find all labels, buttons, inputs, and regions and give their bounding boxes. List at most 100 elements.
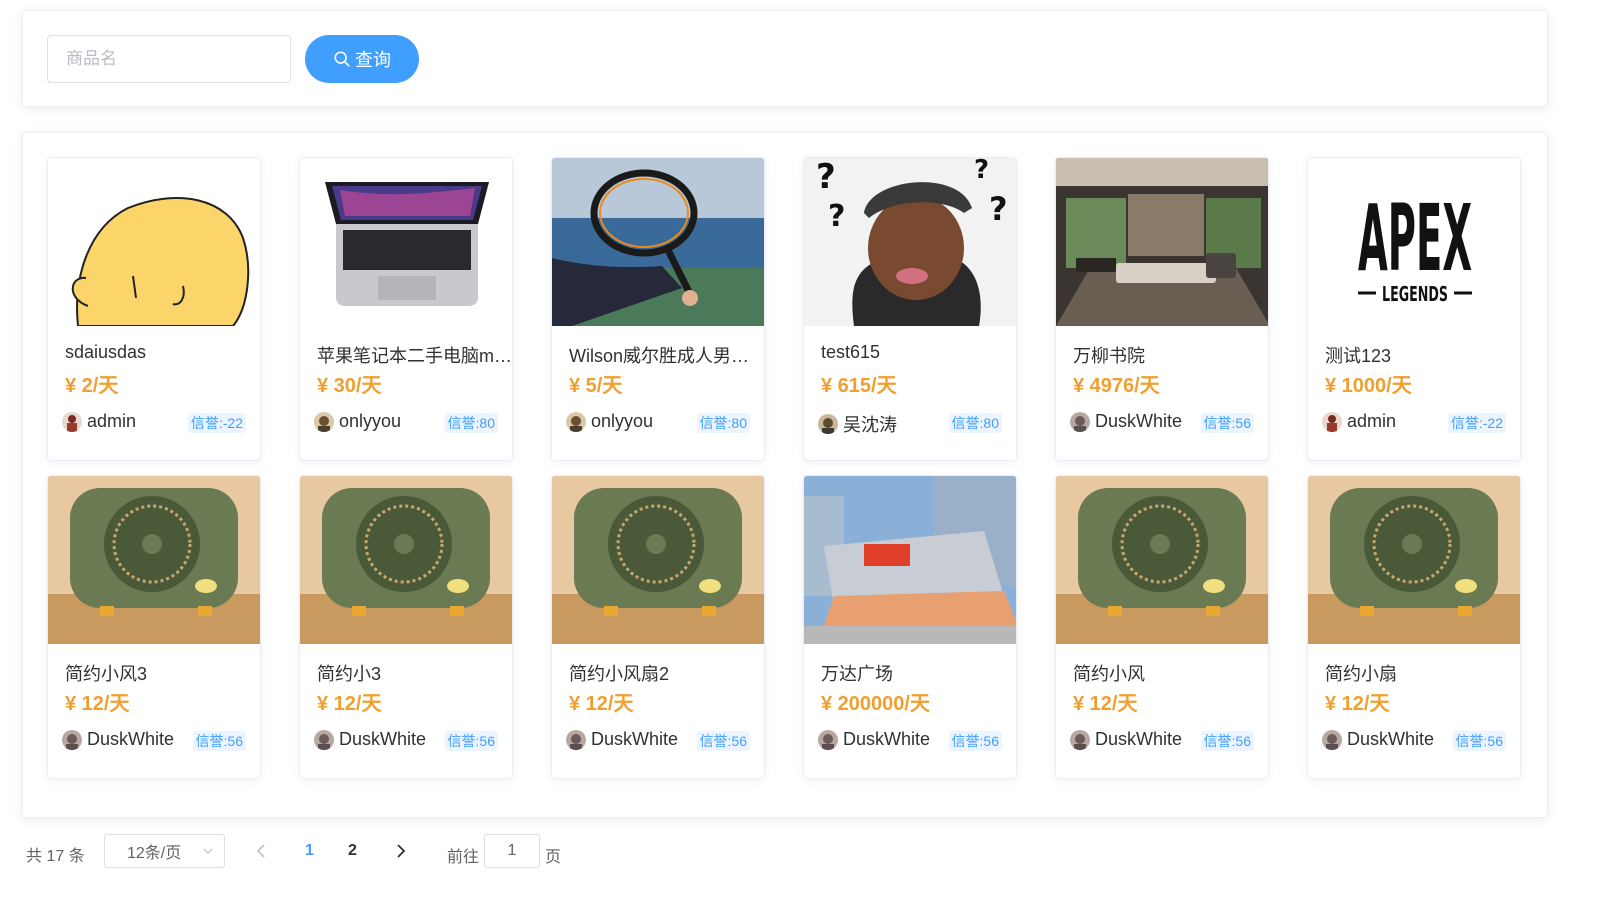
chevron-down-icon: [203, 848, 213, 854]
credit-badge: 信誉:56: [1200, 413, 1254, 433]
product-title: 简约小风: [1073, 664, 1145, 684]
owner-name: DuskWhite: [339, 729, 427, 749]
search-input[interactable]: [47, 35, 291, 83]
product-title: test615: [821, 342, 881, 362]
owner-info: DuskWhite: [62, 729, 174, 750]
next-page-button[interactable]: [392, 842, 408, 860]
owner-info: onlyyou: [314, 411, 401, 432]
owner-name: 吴沈涛: [843, 415, 897, 435]
product-image-tennis-racket: [552, 158, 764, 326]
product-image-green-fan: [1308, 476, 1520, 644]
product-price: ¥ 2/天: [65, 375, 119, 397]
product-price: ¥ 12/天: [569, 693, 634, 715]
product-title: 简约小3: [317, 664, 382, 684]
avatar: [1070, 411, 1090, 432]
avatar: [1322, 729, 1342, 750]
svg-text:LEGENDS: LEGENDS: [1382, 282, 1448, 306]
product-card[interactable]: 苹果笔记本二手电脑macbook ¥ 30/天 onlyyou 信誉:80: [299, 157, 513, 461]
product-image-yellow-blob: [48, 158, 260, 326]
avatar: [818, 729, 838, 750]
product-card[interactable]: 简约小风3 ¥ 12/天 DuskWhite 信誉:56: [47, 475, 261, 779]
owner-info: DuskWhite: [314, 729, 426, 750]
page-number-2[interactable]: 2: [348, 842, 357, 860]
product-title: 万柳书院: [1073, 346, 1145, 366]
product-price: ¥ 1000/天: [1325, 375, 1412, 397]
product-price: ¥ 12/天: [1325, 693, 1390, 715]
owner-name: DuskWhite: [87, 729, 175, 749]
product-price: ¥ 4976/天: [1073, 375, 1160, 397]
page-size-value: 12条/页: [127, 845, 182, 862]
owner-name: DuskWhite: [1095, 411, 1183, 431]
owner-name: admin: [87, 411, 137, 431]
product-title: 简约小风3: [65, 664, 148, 684]
product-price: ¥ 12/天: [65, 693, 130, 715]
product-card[interactable]: sdaiusdas ¥ 2/天 admin 信誉:-22: [47, 157, 261, 461]
product-card[interactable]: 简约小风扇2 ¥ 12/天 DuskWhite 信誉:56: [551, 475, 765, 779]
product-title: 苹果笔记本二手电脑macbook: [317, 346, 513, 366]
product-grid: sdaiusdas ¥ 2/天 admin 信誉:-22 苹果笔记本二手电脑ma…: [47, 157, 1521, 779]
svg-text:?: ?: [974, 158, 989, 185]
product-price: ¥ 615/天: [821, 375, 897, 397]
product-title: 测试123: [1325, 346, 1392, 366]
credit-badge: 信誉:-22: [187, 413, 246, 433]
avatar: [566, 411, 586, 432]
avatar: [314, 411, 334, 432]
owner-info: onlyyou: [566, 411, 653, 432]
product-image-apex-legends: APEX LEGENDS: [1308, 158, 1520, 326]
product-card[interactable]: 万达广场 ¥ 200000/天 DuskWhite 信誉:56: [803, 475, 1017, 779]
owner-info: DuskWhite: [1070, 411, 1182, 432]
product-price: ¥ 12/天: [317, 693, 382, 715]
pagination-total: 共 17 条: [26, 848, 85, 865]
product-image-laptop: [300, 158, 512, 326]
page-suffix-label: 页: [545, 849, 562, 866]
page-number-1[interactable]: 1: [305, 842, 314, 860]
owner-name: admin: [1347, 411, 1397, 431]
product-image-living-room: [1056, 158, 1268, 326]
product-image-green-fan: [300, 476, 512, 644]
product-image-green-fan: [552, 476, 764, 644]
credit-badge: 信誉:56: [1452, 731, 1506, 751]
product-price: ¥ 5/天: [569, 375, 623, 397]
pagination: 共 17 条 12条/页 1 2 前往 页: [26, 834, 586, 868]
product-card[interactable]: 简约小扇 ¥ 12/天 DuskWhite 信誉:56: [1307, 475, 1521, 779]
avatar: [1070, 729, 1090, 750]
svg-text:?: ?: [828, 199, 845, 234]
owner-info: admin: [1322, 411, 1396, 432]
credit-badge: 信誉:80: [444, 413, 498, 433]
product-card[interactable]: 万柳书院 ¥ 4976/天 DuskWhite 信誉:56: [1055, 157, 1269, 461]
credit-badge: 信誉:80: [696, 413, 750, 433]
product-title: 简约小风扇2: [569, 664, 670, 684]
svg-text:APEX: APEX: [1358, 185, 1472, 292]
product-list-panel: sdaiusdas ¥ 2/天 admin 信誉:-22 苹果笔记本二手电脑ma…: [22, 132, 1548, 818]
avatar: [62, 729, 82, 750]
product-card[interactable]: APEX LEGENDS 测试123 ¥ 1000/天 admin 信誉:-22: [1307, 157, 1521, 461]
owner-info: DuskWhite: [1070, 729, 1182, 750]
goto-page-input[interactable]: [484, 834, 540, 868]
credit-badge: 信誉:56: [192, 731, 246, 751]
owner-name: onlyyou: [591, 411, 654, 431]
avatar: [566, 729, 586, 750]
owner-name: DuskWhite: [1095, 729, 1183, 749]
product-image-confused-man: ? ? ? ?: [804, 158, 1016, 326]
product-card[interactable]: 简约小风 ¥ 12/天 DuskWhite 信誉:56: [1055, 475, 1269, 779]
product-card[interactable]: Wilson威尔胜成人男士网球拍 ¥ 5/天 onlyyou 信誉:80: [551, 157, 765, 461]
prev-page-button[interactable]: [254, 842, 270, 860]
product-price: ¥ 12/天: [1073, 693, 1138, 715]
product-card[interactable]: ? ? ? ? test615 ¥ 615/天 吴沈涛 信誉:80: [803, 157, 1017, 461]
search-button[interactable]: 查询: [305, 35, 419, 83]
search-button-label: 查询: [355, 50, 391, 70]
credit-badge: 信誉:80: [948, 413, 1002, 433]
product-image-wanda-plaza: [804, 476, 1016, 644]
owner-name: DuskWhite: [843, 729, 931, 749]
search-panel: 查询: [22, 10, 1548, 107]
product-price: ¥ 200000/天: [821, 693, 930, 715]
avatar: [314, 729, 334, 750]
avatar: [1322, 411, 1342, 432]
product-card[interactable]: 简约小3 ¥ 12/天 DuskWhite 信誉:56: [299, 475, 513, 779]
page-size-select[interactable]: 12条/页: [104, 834, 225, 868]
credit-badge: 信誉:56: [1200, 731, 1254, 751]
avatar: [62, 411, 82, 432]
avatar: [818, 414, 838, 434]
product-title: 万达广场: [821, 664, 893, 684]
goto-label: 前往: [447, 849, 480, 866]
